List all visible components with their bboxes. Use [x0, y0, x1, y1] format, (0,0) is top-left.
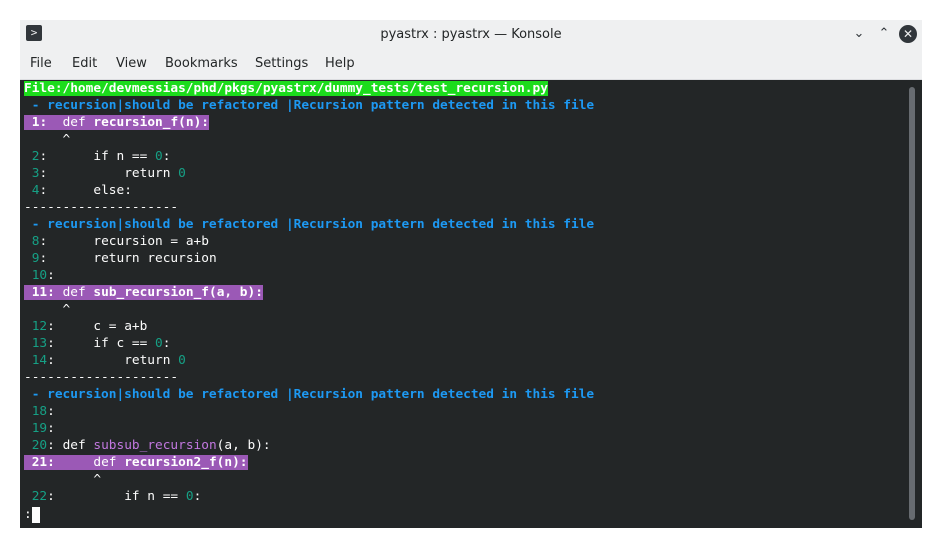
- menu-file[interactable]: File: [30, 49, 52, 79]
- menu-edit[interactable]: Edit: [72, 49, 97, 79]
- code-line: 19:: [31, 421, 55, 436]
- code-line: 20: def subsub_recursion(a, b):: [31, 438, 271, 453]
- match-message: - recursion|should be refactored |Recurs…: [24, 387, 595, 402]
- code-line: 4: else:: [31, 183, 132, 198]
- menu-bookmarks[interactable]: Bookmarks: [165, 49, 238, 79]
- maximize-icon[interactable]: ⌃: [875, 25, 893, 43]
- file-header: File:/home/devmessias/phd/pkgs/pyastrx/d…: [24, 81, 548, 96]
- separator: --------------------: [24, 370, 179, 385]
- text-cursor: [32, 507, 40, 523]
- code-line: 9: return recursion: [31, 251, 217, 266]
- match-message: - recursion|should be refactored |Recurs…: [24, 98, 595, 113]
- code-line-highlighted: 11: def sub_recursion_f(a, b):: [24, 284, 263, 301]
- code-line-highlighted: 21: def recursion2_f(n):: [24, 454, 248, 471]
- code-line: 12: c = a+b: [31, 319, 148, 334]
- minimize-icon[interactable]: ⌄: [850, 25, 868, 43]
- menu-view[interactable]: View: [116, 49, 147, 79]
- menu-settings[interactable]: Settings: [255, 49, 308, 79]
- title-bar[interactable]: > pyastrx : pyastrx — Konsole ⌄ ⌃ ✕: [20, 20, 922, 49]
- pager-prompt[interactable]: :: [24, 506, 32, 523]
- terminal-output[interactable]: File:/home/devmessias/phd/pkgs/pyastrx/d…: [20, 80, 904, 528]
- caret-marker: ^: [62, 302, 71, 317]
- separator: --------------------: [24, 200, 179, 215]
- close-icon[interactable]: ✕: [899, 25, 917, 43]
- caret-marker: ^: [62, 132, 71, 147]
- menu-bar: File Edit View Bookmarks Settings Help: [20, 49, 922, 80]
- code-line: 8: recursion = a+b: [31, 234, 209, 249]
- code-line-highlighted: 1: def recursion_f(n):: [24, 114, 209, 131]
- code-line: 3: return 0: [31, 166, 186, 181]
- code-line: 2: if n == 0:: [31, 149, 171, 164]
- window-title: pyastrx : pyastrx — Konsole: [380, 27, 562, 42]
- code-line: 10:: [31, 268, 55, 283]
- code-line: 18:: [31, 404, 55, 419]
- file-header-line: File:/home/devmessias/phd/pkgs/pyastrx/d…: [24, 80, 548, 97]
- konsole-window: > pyastrx : pyastrx — Konsole ⌄ ⌃ ✕ File…: [20, 20, 922, 528]
- code-line: 22: if n == 0:: [31, 489, 202, 504]
- match-message: - recursion|should be refactored |Recurs…: [24, 217, 595, 232]
- scrollbar-thumb[interactable]: [909, 87, 915, 520]
- menu-help[interactable]: Help: [325, 49, 355, 79]
- code-line: 14: return 0: [31, 353, 186, 368]
- code-line: 13: if c == 0:: [31, 336, 171, 351]
- caret-marker: ^: [93, 472, 102, 487]
